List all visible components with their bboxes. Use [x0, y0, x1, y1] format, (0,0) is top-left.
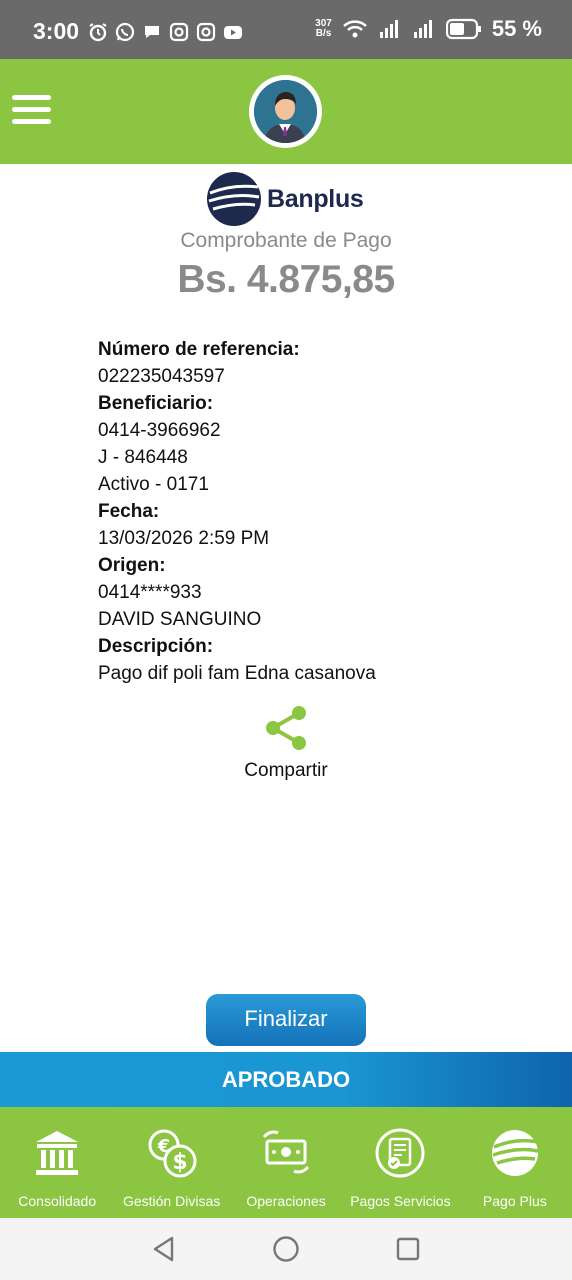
reference-label: Número de referencia:: [98, 339, 300, 360]
receipt-title: Comprobante de Pago: [180, 229, 392, 252]
payment-amount: Bs. 4.875,85: [177, 258, 395, 301]
chat-icon: [145, 26, 159, 38]
finalize-button[interactable]: Finalizar: [206, 994, 366, 1046]
hamburger-icon[interactable]: [12, 95, 51, 125]
nav-label: Operaciones: [246, 1193, 326, 1209]
battery-percentage: 55 %: [491, 16, 542, 41]
banplus-logo-icon: [207, 172, 261, 226]
alarm-icon: [89, 23, 107, 42]
beneficiary-label: Beneficiario:: [98, 393, 214, 414]
nav-item-consolidado[interactable]: Consolidado: [0, 1107, 114, 1218]
network-speed: 307 B/s: [315, 18, 332, 39]
receipt-details: Número de referencia: 022235043597 Benef…: [98, 336, 518, 687]
date-label: Fecha:: [98, 501, 160, 522]
date-value: 13/03/2026 2:59 PM: [98, 528, 270, 549]
instagram-icon: [169, 22, 189, 42]
origin-label: Origen:: [98, 555, 166, 576]
bill-payment-icon: [375, 1128, 425, 1178]
bottom-navigation: Consolidado € $ Gestión Divisas Operacio…: [0, 1107, 572, 1218]
status-banner: APROBADO: [0, 1052, 572, 1107]
nav-label: Consolidado: [18, 1193, 97, 1209]
nav-label: Gestión Divisas: [122, 1193, 221, 1209]
signal-icon: [379, 20, 398, 38]
description-label: Descripción:: [98, 636, 214, 657]
status-bar: 3:00 307 B/s 55 %: [0, 0, 572, 59]
banplus-logo: Banplus: [205, 171, 364, 227]
nav-item-gestion-divisas[interactable]: € $ Gestión Divisas: [114, 1107, 228, 1218]
reference-value: 022235043597: [98, 366, 225, 387]
description-value: Pago dif poli fam Edna casanova: [98, 663, 376, 684]
share-icon[interactable]: [263, 704, 309, 752]
nav-item-pago-plus[interactable]: Pago Plus: [458, 1107, 572, 1218]
signal-icon: [413, 20, 432, 38]
instagram-icon: [196, 22, 216, 42]
system-indicators: 307 B/s 55 %: [315, 16, 542, 42]
pago-plus-icon: [491, 1130, 539, 1176]
home-icon[interactable]: [272, 1235, 300, 1263]
beneficiary-bank: Activo - 0171: [98, 474, 209, 495]
origin-name: DAVID SANGUINO: [98, 609, 262, 630]
brand-name: Banplus: [267, 184, 364, 213]
person-icon: [254, 80, 317, 143]
status-time: 3:00: [33, 18, 80, 44]
youtube-icon: [224, 26, 242, 39]
system-navigation-bar: [0, 1218, 572, 1280]
nav-label: Pagos Servicios: [350, 1193, 451, 1209]
nav-item-pagos-servicios[interactable]: Pagos Servicios: [343, 1107, 457, 1218]
back-icon[interactable]: [150, 1235, 178, 1263]
nav-label: Pago Plus: [482, 1193, 547, 1209]
wifi-icon: [342, 20, 367, 38]
beneficiary-id: J - 846448: [98, 447, 188, 468]
notification-icons: [88, 22, 243, 42]
recents-icon[interactable]: [394, 1235, 422, 1263]
whatsapp-icon: [115, 22, 135, 42]
nav-item-operaciones[interactable]: Operaciones: [229, 1107, 343, 1218]
user-avatar[interactable]: [249, 75, 322, 148]
battery-icon: [445, 18, 481, 40]
svg-text:$: $: [172, 1150, 187, 1175]
bank-icon: [36, 1131, 79, 1175]
origin-phone: 0414****933: [98, 582, 202, 603]
currency-exchange-icon: € $: [148, 1129, 197, 1178]
share-label[interactable]: Compartir: [0, 760, 572, 782]
beneficiary-phone: 0414-3966962: [98, 420, 221, 441]
money-transfer-icon: [262, 1130, 310, 1174]
